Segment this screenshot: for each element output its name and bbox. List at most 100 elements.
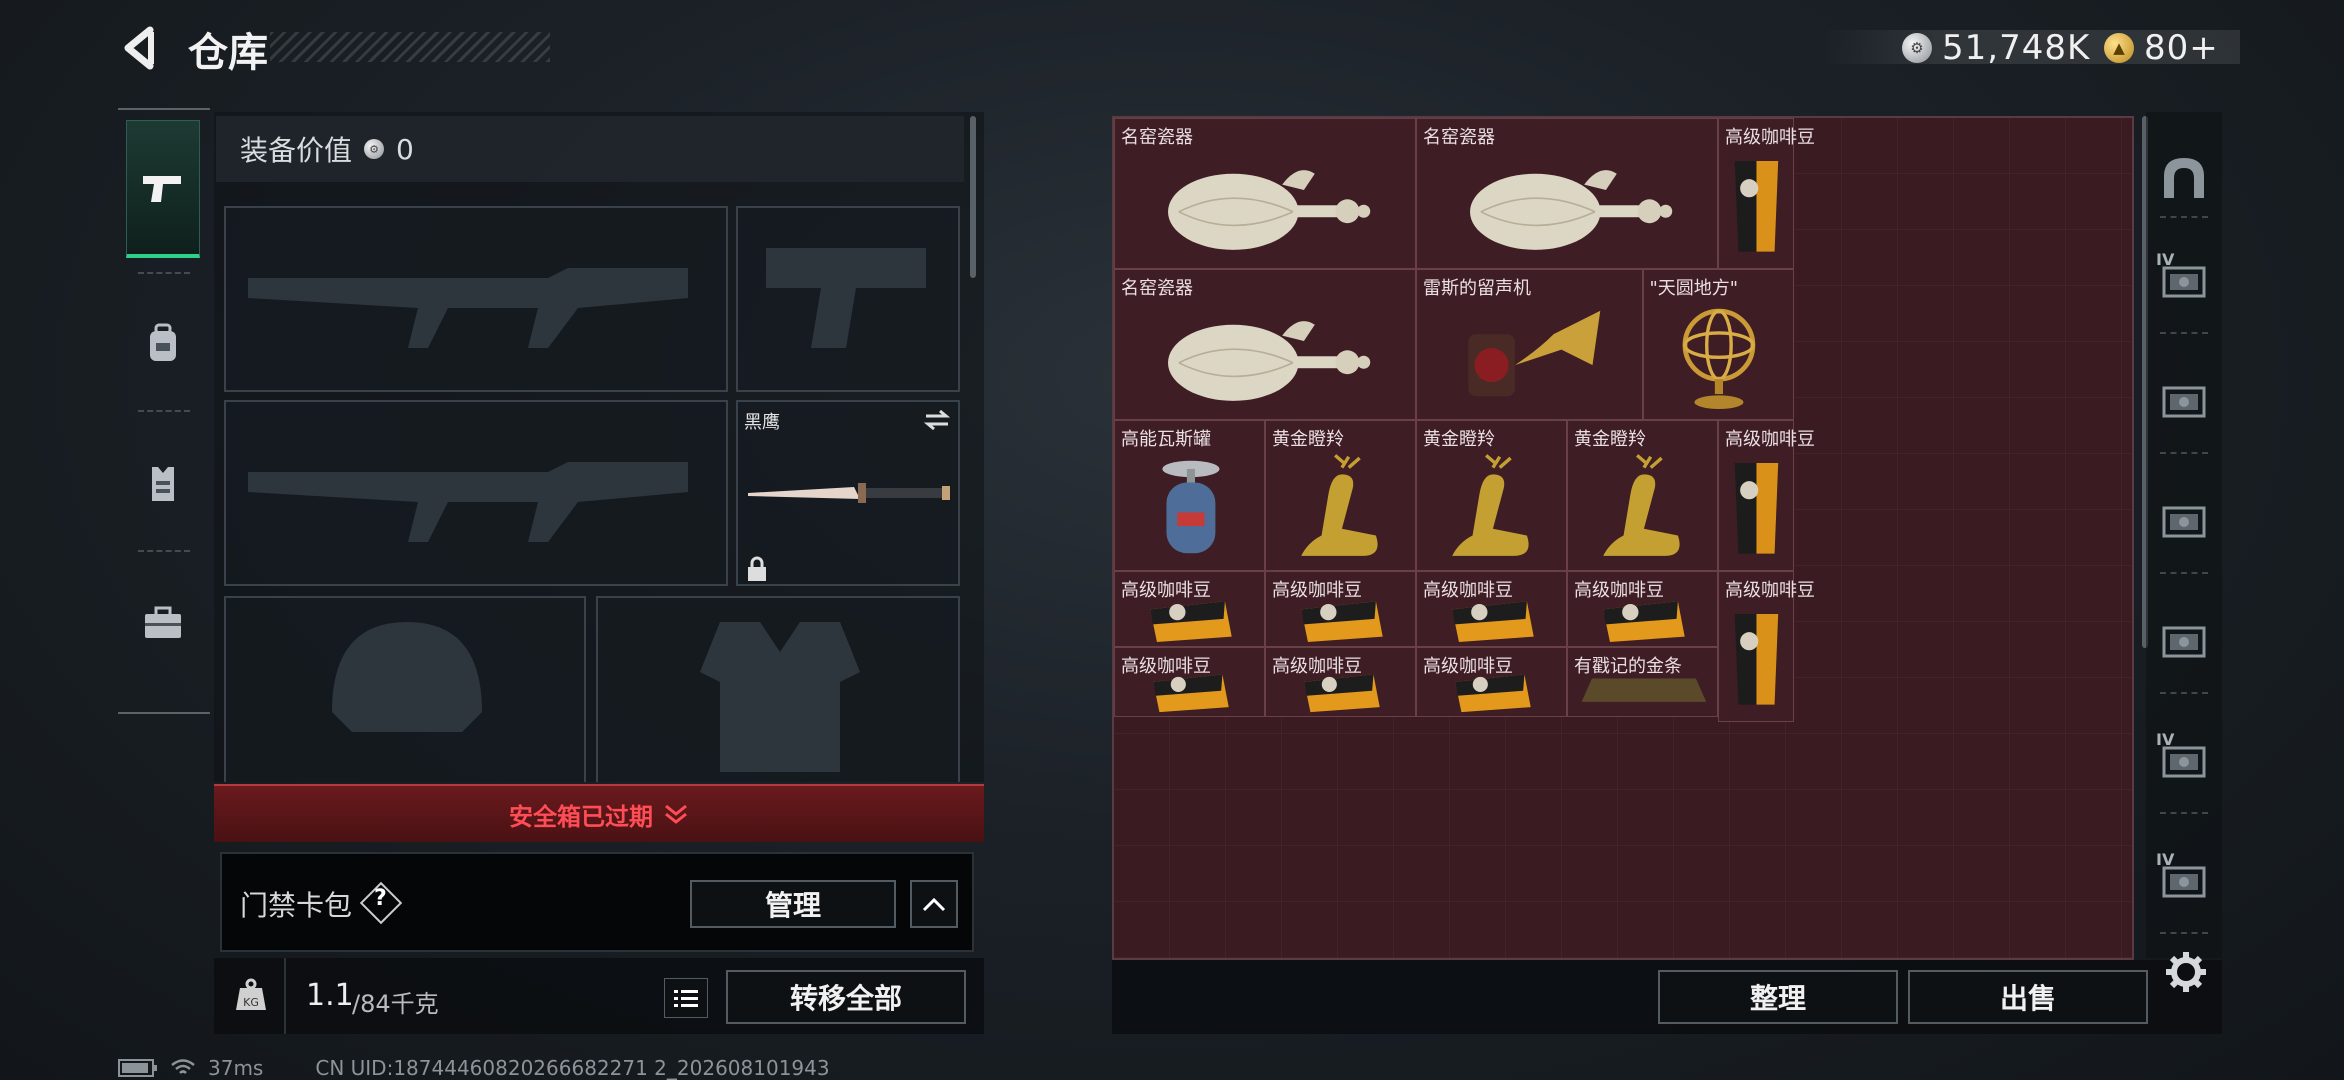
weight-icon: KG [236, 978, 266, 1010]
silver-amount: 51,748K [1942, 28, 2091, 68]
equipment-value-row: 装备价值 ⚙ 0 [216, 116, 964, 182]
keycard-label: 门禁卡包 [240, 889, 353, 922]
melee-slot[interactable]: 黑鹰 [736, 400, 960, 586]
settings-gear-icon[interactable] [2164, 950, 2208, 994]
stash-item-coffee-bag[interactable]: 高级咖啡豆 [1718, 118, 1815, 269]
storage-tabs: IV IV IV [2146, 112, 2222, 958]
silver-currency[interactable]: ⚙ 51,748K [1902, 28, 2090, 68]
stash-grid: 名窑瓷器 名窑瓷器 高级咖啡豆 名窑瓷器 雷斯的留声机 "天圆地方" 高能瓦斯罐 黄金瞪羚 黄金… [1112, 116, 2134, 960]
gold-coin-icon: ▲ [2104, 33, 2134, 63]
storage-tab-1[interactable]: IV [2146, 232, 2222, 334]
item-name-label: 黄金瞪羚 [1574, 429, 1646, 450]
helmet-slot[interactable] [224, 596, 586, 782]
stash-item-coffee-flat[interactable]: 高级咖啡豆 [1114, 646, 1265, 717]
gold-amount: 80+ [2144, 28, 2219, 68]
storage-tab-5[interactable]: IV [2146, 712, 2222, 814]
stash-item-coffee-flat[interactable]: 高级咖啡豆 [1416, 646, 1567, 717]
stash-item-coffee-flat[interactable]: 高级咖啡豆 [1416, 571, 1567, 647]
stash-item-coffee-flat[interactable]: 高级咖啡豆 [1114, 571, 1265, 647]
page-title: 仓库 [188, 30, 268, 76]
back-arrow-icon[interactable] [120, 26, 160, 70]
chevron-down-icon [665, 804, 687, 824]
safebox-expired-banner[interactable]: 安全箱已过期 [214, 784, 984, 842]
toolbox-icon [145, 606, 181, 638]
secondary-weapon-slot[interactable] [224, 400, 728, 586]
tier-label: IV [2156, 850, 2175, 869]
rifle-silhouette-icon [248, 462, 688, 542]
armor-slot[interactable] [596, 596, 960, 782]
help-text: ? [374, 886, 387, 911]
item-name-label: 黄金瞪羚 [1423, 429, 1495, 450]
sidearm-slot[interactable] [736, 206, 960, 392]
svg-text:KG: KG [243, 996, 259, 1009]
status-line: 37ms CN UID:18744460820266682271 2_20260… [118, 1056, 830, 1080]
vest-icon [152, 467, 174, 501]
list-view-button[interactable] [664, 978, 708, 1018]
stash-item-vase[interactable]: 名窑瓷器 [1114, 269, 1416, 420]
item-name-label: 高级咖啡豆 [1725, 429, 1815, 450]
equipment-value-label: 装备价值 [240, 134, 353, 167]
transfer-all-button[interactable]: 转移全部 [726, 970, 966, 1024]
swap-icon[interactable] [924, 410, 950, 430]
gold-currency[interactable]: ▲ 80+ [2104, 28, 2219, 68]
item-name-label: 黄金瞪羚 [1272, 429, 1344, 450]
stash-item-phonograph[interactable]: 雷斯的留声机 [1416, 269, 1643, 420]
ping-text: 37ms [208, 1056, 264, 1080]
item-name-label: 高能瓦斯罐 [1121, 429, 1211, 450]
storage-tab-3[interactable] [2146, 472, 2222, 574]
expand-button[interactable] [910, 880, 958, 928]
weight-bar: KG 1.1 /84千克 转移全部 [214, 958, 984, 1034]
storage-tab-2[interactable] [2146, 352, 2222, 454]
storage-tab-6[interactable]: IV [2146, 832, 2222, 934]
case-icon [2162, 386, 2206, 418]
stash-item-coffee-bag[interactable]: 高级咖啡豆 [1718, 420, 1815, 571]
item-name-label: "天圆地方" [1649, 278, 1739, 299]
tab-tools[interactable] [126, 554, 200, 692]
item-name-label: 高级咖啡豆 [1725, 580, 1815, 601]
tab-weapons[interactable] [126, 120, 200, 258]
pistol-icon [143, 175, 181, 202]
tier-label: IV [2156, 730, 2175, 749]
helmet-silhouette-icon [332, 622, 482, 732]
sell-button[interactable]: 出售 [1908, 970, 2148, 1024]
backpack-icon [150, 323, 176, 361]
case-icon [2162, 506, 2206, 538]
rifle-silhouette-icon [248, 268, 688, 348]
stash-item-globe[interactable]: "天圆地方" [1642, 269, 1794, 420]
silver-coin-icon: ⚙ [364, 139, 385, 159]
silver-coin-icon: ⚙ [1902, 33, 1932, 63]
item-name-label: 高级咖啡豆 [1725, 127, 1815, 148]
stash-item-coffee-flat[interactable]: 高级咖啡豆 [1265, 571, 1416, 647]
stash-item-coffee-flat[interactable]: 高级咖啡豆 [1567, 571, 1718, 647]
tab-armor[interactable] [126, 414, 200, 552]
safe-icon[interactable] [2158, 152, 2210, 204]
tab-gear[interactable] [126, 274, 200, 412]
category-tabs [118, 108, 210, 714]
stash-item-deer[interactable]: 黄金瞪羚 [1416, 420, 1567, 571]
wifi-icon [171, 1059, 195, 1074]
stash-item-vase[interactable]: 名窑瓷器 [1114, 118, 1416, 269]
weight-max: /84千克 [352, 990, 439, 1018]
knife-label: 黑鹰 [744, 412, 780, 433]
stash-item-coffee-bag[interactable]: 高级咖啡豆 [1718, 571, 1815, 722]
stash-item-gold-bar[interactable]: 有戳记的金条 [1567, 646, 1718, 717]
tier-label: IV [2156, 250, 2175, 269]
case-icon [2162, 626, 2206, 658]
pistol-silhouette-icon [766, 248, 926, 348]
item-name-label: 雷斯的留声机 [1423, 278, 1531, 299]
manage-button[interactable]: 管理 [690, 880, 896, 928]
stash-item-vase[interactable]: 名窑瓷器 [1416, 118, 1718, 269]
item-name-label: 名窑瓷器 [1423, 127, 1495, 148]
chevron-up-icon [922, 897, 946, 912]
stash-item-deer[interactable]: 黄金瞪羚 [1567, 420, 1718, 571]
stash-item-coffee-flat[interactable]: 高级咖啡豆 [1265, 646, 1416, 717]
equipment-value: 0 [396, 132, 414, 166]
sort-button[interactable]: 整理 [1658, 970, 1898, 1024]
equipment-scrollbar[interactable] [970, 116, 976, 278]
stash-item-deer[interactable]: 黄金瞪羚 [1265, 420, 1416, 571]
storage-tab-4[interactable] [2146, 592, 2222, 694]
primary-weapon-slot[interactable] [224, 206, 728, 392]
stash-item-gas[interactable]: 高能瓦斯罐 [1114, 420, 1265, 571]
item-name-label: 名窑瓷器 [1121, 127, 1193, 148]
item-name-label: 名窑瓷器 [1121, 278, 1193, 299]
